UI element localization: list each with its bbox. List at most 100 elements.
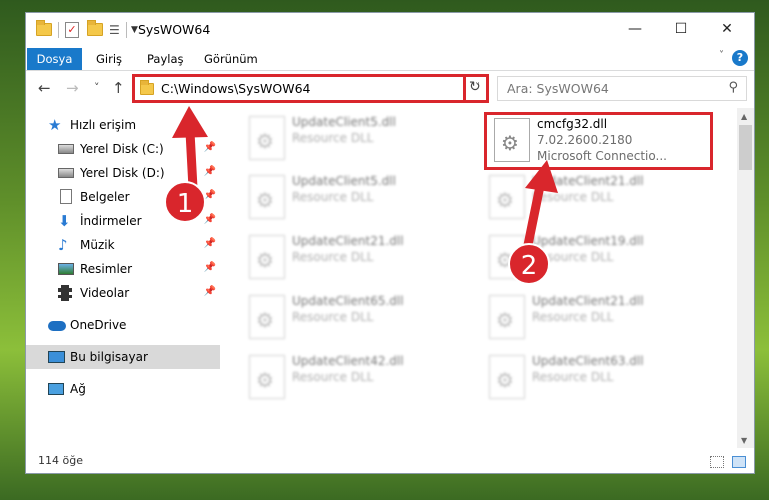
separator [58,22,59,38]
pin-icon[interactable]: 📌 [204,214,216,225]
search-input[interactable]: Ara: SysWOW64 [507,81,609,96]
explorer-window: ✓ ☰ ▼ SysWOW64 — ☐ ✕ Dosya Giriş Paylaş … [25,12,755,474]
cloud-icon [48,317,66,333]
file-name: UpdateClient42.dll [292,354,404,368]
help-icon[interactable]: ? [732,50,748,66]
tab-view[interactable]: Görünüm [204,48,258,70]
tab-file[interactable]: Dosya [27,48,82,70]
disk-icon [58,141,74,157]
sidebar-item-label: Yerel Disk (D:) [80,166,165,180]
item-count: 114 öğe [38,454,83,467]
sidebar-item-label: Ağ [70,382,86,396]
sidebar-item-label: Resimler [80,262,133,276]
file-type: Resource DLL [532,190,614,204]
title-bar: ✓ ☰ ▼ SysWOW64 — ☐ ✕ [26,13,754,46]
window-title: SysWOW64 [138,22,211,37]
list-item[interactable]: UpdateClient63.dll Resource DLL [481,351,711,405]
new-folder-icon[interactable] [87,20,103,38]
dll-file-icon [249,175,285,219]
list-item[interactable]: UpdateClient42.dll Resource DLL [241,351,471,405]
close-button[interactable]: ✕ [704,13,750,46]
customize-toolbar-icon[interactable]: ☰ [109,22,125,38]
sidebar-item-label: Bu bilgisayar [70,350,148,364]
list-item[interactable]: UpdateClient5.dll Resource DLL [241,112,471,166]
pin-icon[interactable]: 📌 [204,262,216,273]
tab-home[interactable]: Giriş [96,48,122,70]
sidebar-item-network[interactable]: Ağ [26,377,220,401]
pin-icon[interactable]: 📌 [204,238,216,249]
file-type: Resource DLL [292,370,374,384]
disk-icon [58,165,74,181]
recent-locations-icon[interactable]: ˅ [94,81,100,94]
file-name: UpdateClient19.dll [532,234,644,248]
dll-file-icon [249,295,285,339]
sidebar-item-label: OneDrive [70,318,127,332]
list-item[interactable]: UpdateClient5.dll Resource DLL [241,171,471,225]
list-item[interactable]: UpdateClient21.dll Resource DLL [481,171,711,225]
pin-icon[interactable]: 📌 [204,286,216,297]
sidebar-item-pictures[interactable]: Resimler 📌 [26,257,220,281]
file-highlight-box [484,112,713,170]
dll-file-icon [489,355,525,399]
file-name: UpdateClient21.dll [532,294,644,308]
chevron-down-icon[interactable]: ˅ [719,50,724,61]
computer-icon [48,349,65,365]
navigation-bar: ← → ˅ ↑ C:\Windows\SysWOW64 ˅ ↻ Ara: Sys… [26,73,754,103]
pin-icon[interactable]: 📌 [204,142,216,153]
sidebar-item-videos[interactable]: Videolar 📌 [26,281,220,305]
sidebar-item-label: Müzik [80,238,115,252]
list-item[interactable]: UpdateClient65.dll Resource DLL [241,291,471,345]
file-name: UpdateClient5.dll [292,115,396,129]
pin-icon[interactable]: 📌 [204,166,216,177]
properties-icon[interactable]: ✓ [65,22,81,38]
sidebar-item-onedrive[interactable]: OneDrive [26,313,220,337]
tab-share[interactable]: Paylaş [147,48,184,70]
pictures-icon [58,261,74,277]
file-type: Resource DLL [292,310,374,324]
large-icons-view-icon[interactable] [732,456,746,468]
file-name: UpdateClient63.dll [532,354,644,368]
separator [126,22,127,38]
file-type: Resource DLL [292,190,374,204]
list-item[interactable]: UpdateClient21.dll Resource DLL [241,231,471,285]
network-icon [48,381,64,397]
sidebar-item-label: Yerel Disk (C:) [80,142,164,156]
scroll-up-icon[interactable]: ▲ [741,112,747,121]
step-badge-2: 2 [508,243,550,285]
back-arrow-icon[interactable]: ← [38,79,51,97]
maximize-button[interactable]: ☐ [658,13,704,46]
file-type: Resource DLL [532,370,614,384]
sidebar-item-quick-access[interactable]: ★ Hızlı erişim [26,113,220,137]
sidebar-item-music[interactable]: ♪ Müzik 📌 [26,233,220,257]
list-item[interactable]: UpdateClient21.dll Resource DLL [481,291,711,345]
divider [26,70,754,71]
sidebar-item-this-pc[interactable]: Bu bilgisayar [26,345,220,369]
file-name: UpdateClient65.dll [292,294,404,308]
scrollbar-thumb[interactable] [739,125,752,170]
up-arrow-icon[interactable]: ↑ [112,79,125,97]
star-icon: ★ [48,116,62,134]
dll-file-icon [249,116,285,160]
video-icon [58,285,74,301]
minimize-button[interactable]: — [612,13,658,46]
step-badge-1: 1 [164,181,206,223]
address-highlight-box [132,74,489,103]
forward-arrow-icon[interactable]: → [66,79,79,97]
folder-icon [36,20,52,38]
search-icon: ⚲ [728,80,738,95]
vertical-scrollbar[interactable]: ▲ ▼ [737,108,754,448]
sidebar-item-disk-c[interactable]: Yerel Disk (C:) 📌 [26,137,220,161]
file-type: Resource DLL [292,250,374,264]
sidebar-item-label: Hızlı erişim [70,118,137,132]
refresh-highlight-box [463,74,489,103]
search-box[interactable]: Ara: SysWOW64 ⚲ [497,76,747,101]
quick-access-toolbar: ✓ ☰ ▼ [36,20,145,39]
music-icon: ♪ [58,236,68,254]
sidebar-item-label: Belgeler [80,190,130,204]
details-view-icon[interactable] [710,456,724,468]
dll-file-icon [489,175,525,219]
file-name: UpdateClient21.dll [532,174,644,188]
dll-file-icon [249,235,285,279]
scroll-down-icon[interactable]: ▼ [741,436,747,445]
file-name: UpdateClient5.dll [292,174,396,188]
